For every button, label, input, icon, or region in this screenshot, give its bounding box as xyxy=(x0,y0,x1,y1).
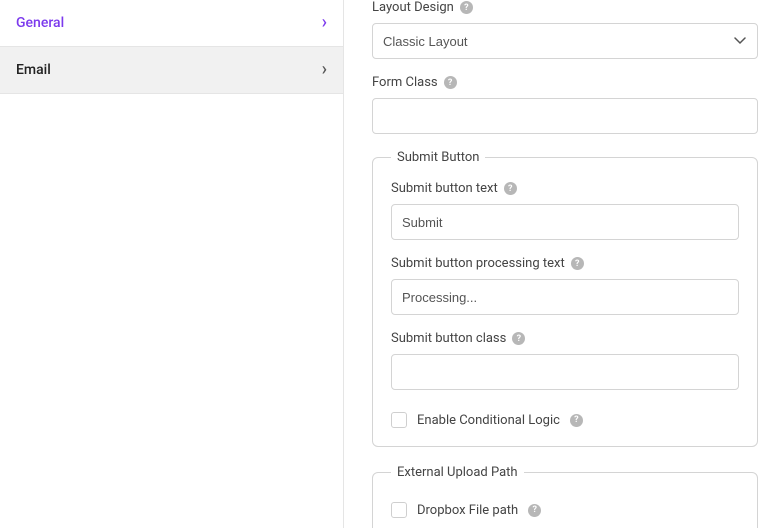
help-icon[interactable]: ? xyxy=(512,332,525,345)
form-class-input[interactable] xyxy=(372,98,758,134)
label-text: Submit button class xyxy=(391,331,506,346)
layout-design-label: Layout Design ? xyxy=(372,0,758,15)
help-icon[interactable]: ? xyxy=(504,182,517,195)
checkbox-icon xyxy=(391,502,407,518)
help-icon[interactable]: ? xyxy=(571,257,584,270)
help-icon[interactable]: ? xyxy=(460,1,473,14)
submit-button-legend: Submit Button xyxy=(391,150,485,165)
sidebar-item-label: Email xyxy=(16,62,51,78)
form-class-label: Form Class ? xyxy=(372,75,758,90)
submit-processing-label: Submit button processing text ? xyxy=(391,256,739,271)
label-text: Form Class xyxy=(372,75,438,90)
help-icon[interactable]: ? xyxy=(528,504,541,517)
chevron-right-icon: › xyxy=(322,14,327,32)
label-text: Submit button text xyxy=(391,181,498,196)
external-upload-fieldset: External Upload Path Dropbox File path ?… xyxy=(372,465,758,528)
sidebar-item-label: General xyxy=(16,15,64,31)
enable-conditional-logic-checkbox[interactable]: Enable Conditional Logic ? xyxy=(391,406,739,440)
sidebar-item-email[interactable]: Email › xyxy=(0,47,343,94)
submit-class-input[interactable] xyxy=(391,354,739,390)
checkbox-icon xyxy=(391,412,407,428)
chevron-right-icon: › xyxy=(322,61,327,79)
submit-text-input[interactable] xyxy=(391,204,739,240)
checkbox-label: Enable Conditional Logic xyxy=(417,413,560,428)
submit-class-label: Submit button class ? xyxy=(391,331,739,346)
help-icon[interactable]: ? xyxy=(570,414,583,427)
dropbox-path-checkbox[interactable]: Dropbox File path ? xyxy=(391,496,739,528)
help-icon[interactable]: ? xyxy=(444,76,457,89)
submit-button-fieldset: Submit Button Submit button text ? Submi… xyxy=(372,150,758,447)
label-text: Submit button processing text xyxy=(391,256,565,271)
submit-text-label: Submit button text ? xyxy=(391,181,739,196)
layout-design-select[interactable]: Classic Layout xyxy=(372,23,758,59)
external-upload-legend: External Upload Path xyxy=(391,465,524,480)
submit-processing-input[interactable] xyxy=(391,279,739,315)
sidebar-item-general[interactable]: General › xyxy=(0,0,343,47)
label-text: Layout Design xyxy=(372,0,454,15)
checkbox-label: Dropbox File path xyxy=(417,503,518,518)
